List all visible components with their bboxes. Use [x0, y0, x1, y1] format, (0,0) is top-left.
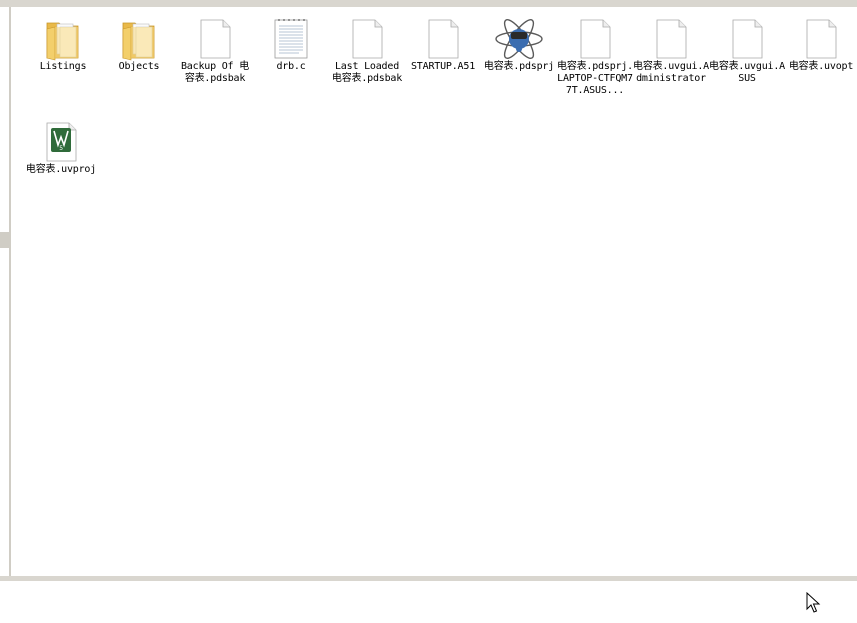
file-name: 电容表.pdsprj.LAPTOP-CTFQM77T.ASUS...	[557, 61, 633, 96]
file-name: 电容表.uvgui.Administrator	[633, 61, 709, 84]
file-item-objects[interactable]: Objects	[101, 15, 177, 73]
folder-icon	[43, 15, 83, 61]
file-item-uvopt[interactable]: 电容表.uvopt	[783, 15, 857, 73]
file-item-pdsprj-laptop[interactable]: 电容表.pdsprj.LAPTOP-CTFQM77T.ASUS...	[557, 15, 633, 97]
file-item-uvproj[interactable]: 5 电容表.uvproj	[23, 118, 99, 176]
file-list-pane[interactable]: Listings Objects Backup Of 电容表.pdsbak dr…	[11, 7, 857, 576]
file-item-pdsprj[interactable]: 电容表.pdsprj	[481, 15, 557, 73]
file-icon	[801, 15, 841, 61]
file-name: drb.c	[276, 61, 306, 72]
status-area	[0, 581, 857, 623]
file-item-startup-a51[interactable]: STARTUP.A51	[405, 15, 481, 73]
file-name: 电容表.uvproj	[25, 164, 97, 175]
svg-text:5: 5	[59, 145, 63, 152]
file-item-listings[interactable]: Listings	[25, 15, 101, 73]
navigation-pane-splitter[interactable]	[0, 7, 11, 578]
file-item-uvgui-asus[interactable]: 电容表.uvgui.ASUS	[709, 15, 785, 85]
file-item-drb-c[interactable]: drb.c	[253, 15, 329, 73]
splitter-handle[interactable]	[0, 232, 9, 248]
file-icon	[347, 15, 387, 61]
file-icon	[651, 15, 691, 61]
file-name: Objects	[118, 61, 160, 72]
file-name: STARTUP.A51	[410, 61, 476, 72]
file-name: Listings	[39, 61, 87, 72]
file-item-last-loaded-pdsbak[interactable]: Last Loaded 电容表.pdsbak	[329, 15, 405, 85]
text-file-icon	[271, 15, 311, 61]
file-name: 电容表.uvgui.ASUS	[709, 61, 785, 84]
folder-icon	[119, 15, 159, 61]
file-name: Last Loaded 电容表.pdsbak	[331, 61, 403, 84]
mouse-cursor-icon	[806, 592, 822, 614]
file-icon	[575, 15, 615, 61]
file-name: 电容表.pdsprj	[483, 61, 555, 72]
proteus-project-icon	[495, 15, 543, 61]
file-item-uvgui-administrator[interactable]: 电容表.uvgui.Administrator	[633, 15, 709, 85]
file-icon	[195, 15, 235, 61]
keil-project-icon: 5	[41, 118, 81, 164]
file-icon	[423, 15, 463, 61]
file-name: 电容表.uvopt	[788, 61, 854, 72]
file-name: Backup Of 电容表.pdsbak	[180, 61, 249, 84]
top-border	[0, 0, 857, 7]
file-icon	[727, 15, 767, 61]
file-item-backup-pdsbak[interactable]: Backup Of 电容表.pdsbak	[177, 15, 253, 85]
